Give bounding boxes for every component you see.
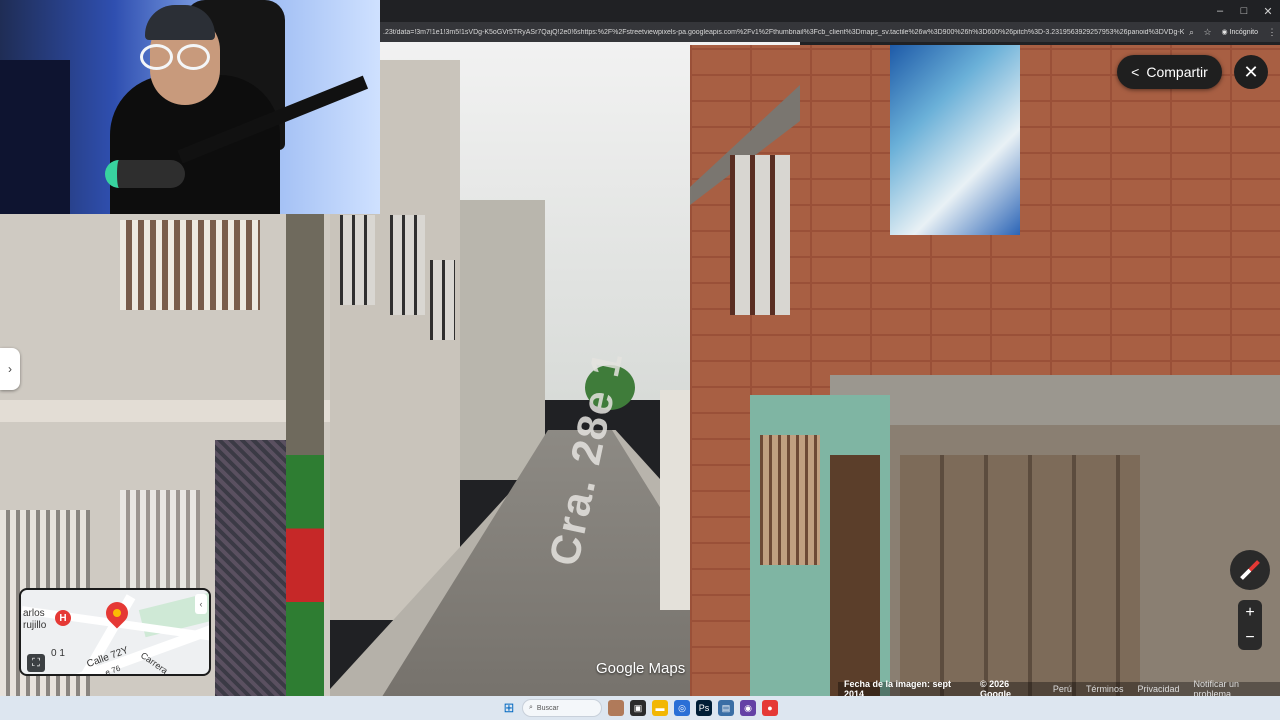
browser-title-bar: – □ ✕: [380, 0, 1280, 22]
screen: Cra. 28e 1 – □ ✕ .23t/data=!3m7!1e1!3m5!…: [0, 0, 1280, 720]
windows-start-icon[interactable]: ⊞: [502, 700, 516, 715]
mini-map[interactable]: arlos rujillo H 0 1 Calle 72Y Carrera e …: [19, 588, 211, 676]
close-icon: ✕: [1243, 61, 1259, 82]
attribution-footer: Fecha de la imagen: sept 2014 © 2026 Goo…: [838, 679, 1280, 699]
map-label-number: 0 1: [51, 648, 65, 659]
taskbar-search[interactable]: ⌕ Buscar: [522, 699, 602, 717]
menu-icon[interactable]: ⋮: [1264, 27, 1280, 38]
zoom-icon[interactable]: ⌕: [1184, 27, 1200, 38]
terms-link[interactable]: Términos: [1086, 684, 1124, 694]
search-placeholder: Buscar: [536, 704, 559, 712]
minimize-icon[interactable]: –: [1208, 0, 1232, 22]
country-link[interactable]: Perú: [1053, 684, 1072, 694]
left-ledge: [0, 400, 330, 422]
share-button[interactable]: < Compartir: [1117, 55, 1222, 89]
compass-icon[interactable]: [1230, 550, 1270, 590]
far-building: [455, 200, 545, 480]
webcam-overlay: [0, 0, 380, 214]
fullscreen-map-icon[interactable]: ⛶: [27, 654, 45, 672]
incognito-icon: ◉: [1221, 29, 1230, 36]
chrome-icon[interactable]: ◎: [674, 700, 690, 716]
map-label-place-2: rujillo: [23, 620, 47, 631]
google-maps-logo: Google Maps: [596, 660, 686, 677]
expand-panel-button[interactable]: ›: [0, 348, 20, 390]
right-brick-building: [690, 45, 1280, 700]
collapse-map-icon[interactable]: ‹: [195, 594, 207, 614]
hanging-cloth: [890, 45, 1020, 235]
widget-icon[interactable]: [608, 700, 624, 716]
zoom-control: + −: [1238, 600, 1262, 650]
share-icon: <: [1131, 64, 1140, 80]
app-icon-2[interactable]: ◉: [740, 700, 756, 716]
photoshop-icon[interactable]: Ps: [696, 700, 712, 716]
task-view-icon[interactable]: ▣: [630, 700, 646, 716]
app-icon[interactable]: ▤: [718, 700, 734, 716]
incognito-label: Incógnito: [1229, 29, 1258, 36]
hospital-icon: H: [55, 610, 71, 626]
zoom-in-button[interactable]: +: [1238, 600, 1262, 625]
zoom-out-button[interactable]: −: [1238, 625, 1262, 650]
address-bar[interactable]: .23t/data=!3m7!1e1!3m5!1sVDg-K5oGVr5TRyA…: [380, 22, 1280, 42]
share-label: Compartir: [1146, 64, 1208, 80]
close-window-icon[interactable]: ✕: [1256, 0, 1280, 22]
incognito-badge[interactable]: ◉ Incógnito: [1216, 28, 1264, 36]
app-icon-3[interactable]: ●: [762, 700, 778, 716]
taskbar: ⊞ ⌕ Buscar ▣ ▬ ◎ Ps ▤ ◉ ●: [0, 696, 1280, 720]
window-controls: – □ ✕: [1208, 0, 1280, 22]
maximize-icon[interactable]: □: [1232, 0, 1256, 22]
url-text[interactable]: .23t/data=!3m7!1e1!3m5!1sVDg-K5oGVr5TRyA…: [380, 29, 1184, 36]
map-label-place-1: arlos: [23, 608, 45, 619]
chevron-right-icon: ›: [8, 362, 12, 376]
party-glasses: [140, 44, 210, 70]
bookmark-star-icon[interactable]: ☆: [1200, 27, 1216, 38]
file-explorer-icon[interactable]: ▬: [652, 700, 668, 716]
garage-door: [900, 455, 1140, 700]
close-streetview-button[interactable]: ✕: [1234, 55, 1268, 89]
search-icon: ⌕: [529, 704, 533, 711]
microphone: [105, 160, 185, 188]
privacy-link[interactable]: Privacidad: [1137, 684, 1179, 694]
utility-pole: [286, 210, 324, 700]
